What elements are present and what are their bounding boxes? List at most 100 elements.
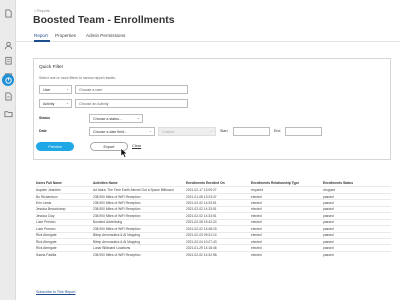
cell-full-name: Bo Richardson [36, 194, 58, 199]
status-label: Status [39, 116, 50, 120]
end-label: End [274, 129, 281, 133]
subscribe-link[interactable]: Subscribe to This Report [36, 290, 75, 294]
start-label: Start [220, 129, 228, 133]
date-field-select[interactable]: Choose a date field... ⌄ [89, 127, 155, 136]
cell-full-name: Luke Preston [36, 220, 56, 225]
user-icon[interactable] [3, 40, 13, 50]
cell-activity: Boosted Advertising [93, 220, 123, 225]
folder-icon[interactable] [3, 108, 13, 118]
cell-status: dropped [323, 188, 336, 193]
active-tab-indicator [34, 40, 50, 42]
cell-enrolled-on: 2021-02-02 14:48:15 [186, 226, 217, 231]
cell-status: passed [323, 246, 334, 251]
cell-status: passed [323, 213, 334, 218]
status-select[interactable]: Choose a status... ⌄ [89, 114, 143, 123]
cell-status: passed [323, 201, 334, 206]
enrollments-table: Users Full Name Activities Name Enrollme… [36, 180, 391, 257]
cell-status: passed [323, 220, 334, 225]
table-row[interactable]: Erin Lewis 238,900 Miles of WiFi Receptio… [36, 199, 391, 205]
cell-enrolled-on: 2021-02-04 10:27:43 [186, 239, 217, 244]
table-row[interactable]: Rick Abregate Lunar Billboard Locations 20… [36, 244, 391, 250]
table-row[interactable]: Jessica Beauchamp 238,900 Miles of WiFi R… [36, 205, 391, 212]
quick-filter-hint: Select one or more filters to narrow rep… [39, 76, 116, 80]
column-header-status[interactable]: Enrollments Status [323, 181, 391, 185]
preview-button[interactable]: Preview [36, 142, 74, 151]
sidebar-rail [0, 0, 16, 300]
user-filter-select-label: User [43, 87, 51, 92]
cell-full-name: Jessica Clay [36, 213, 55, 218]
cell-relationship: elected [251, 194, 262, 199]
clipboard-icon[interactable] [3, 55, 13, 65]
cell-full-name: Erin Lewis [36, 201, 52, 206]
cell-status: passed [323, 239, 334, 244]
cell-relationship: elected [251, 233, 262, 238]
table-row[interactable]: Sasha Padilla 238,900 Miles of WiFi Recep… [36, 250, 391, 257]
tab-report[interactable]: Report [34, 33, 48, 38]
main-content: < Reports Boosted Team - Enrollments Rep… [16, 0, 400, 300]
end-date-input[interactable] [285, 127, 322, 136]
cell-activity: 238,900 Miles of WiFi Reception [93, 252, 141, 257]
column-header-full-name[interactable]: Users Full Name [36, 181, 93, 185]
table-row[interactable]: Luke Preston 238,900 Miles of WiFi Recept… [36, 225, 391, 231]
table-row[interactable]: Aspden Jeardein Ad Astra: The Time Earth … [36, 186, 391, 192]
cell-enrolled-on: 2021-02-08 15:42:24 [186, 220, 217, 225]
cell-activity: 238,900 Miles of WiFi Reception [93, 194, 141, 199]
cell-status: passed [323, 226, 334, 231]
cell-full-name: Rick Abregate [36, 246, 57, 251]
activity-filter-select[interactable]: Activity ⌄ [39, 99, 72, 108]
column-header-activity[interactable]: Activities Name [93, 181, 186, 185]
tab-bar: Report Properties Admin Permissions [16, 31, 400, 42]
cell-relationship: elected [251, 220, 262, 225]
cell-enrolled-on: 2021-02-17 13:09:27 [186, 188, 217, 193]
reports-icon[interactable] [2, 74, 14, 86]
tab-properties[interactable]: Properties [55, 33, 76, 38]
cell-relationship: elected [251, 252, 262, 257]
page-title: Boosted Team - Enrollments [33, 14, 175, 26]
cell-relationship: elected [251, 246, 262, 251]
date-field-select-label: Choose a date field... [93, 129, 127, 134]
date-range-select[interactable]: Custom ⌄ [158, 127, 216, 136]
cell-status: passed [323, 194, 334, 199]
chevron-down-icon: ⌄ [136, 116, 140, 120]
cell-relationship: required [251, 188, 264, 193]
cell-full-name: Rick Abregate [36, 233, 57, 238]
status-select-label: Choose a status... [93, 116, 122, 121]
start-date-input[interactable] [233, 127, 270, 136]
table-row[interactable]: Jessica Clay 238,900 Miles of WiFi Recept… [36, 212, 391, 218]
table-row[interactable]: Rick Abregate Blimp Aeronautics & AI Mapp… [36, 237, 391, 244]
cell-full-name: Rick Abregate [36, 239, 57, 244]
cell-activity: 238,900 Miles of WiFi Reception [93, 201, 141, 206]
cell-activity: Blimp Aeronautics & AI Mapping [93, 233, 140, 238]
clear-link[interactable]: Clear [132, 144, 141, 148]
quick-filter-panel: Quick Filter Select one or more filters … [33, 58, 391, 160]
table-row[interactable]: Bo Richardson 238,900 Miles of WiFi Recep… [36, 192, 391, 199]
column-header-enrolled-on[interactable]: Enrollments Enrolled On [186, 181, 251, 185]
cell-full-name: Jessica Beauchamp [36, 207, 66, 212]
chevron-down-icon: ⌄ [65, 87, 69, 91]
cell-activity: Ad Astra: The Time Earth Almost Got a Sp… [93, 188, 174, 193]
breadcrumb[interactable]: < Reports [34, 9, 50, 13]
table-row[interactable]: Luke Preston Boosted Advertising 2021-02-0… [36, 218, 391, 225]
cell-enrolled-on: 2021-02-02 14:33:51 [186, 207, 217, 212]
chevron-down-icon: ⌄ [65, 101, 69, 105]
column-header-relationship[interactable]: Enrollments Relationship Type [251, 181, 323, 185]
file-icon[interactable] [3, 8, 13, 18]
chevron-down-icon: ⌄ [148, 129, 152, 133]
cell-full-name: Sasha Padilla [36, 252, 57, 257]
tab-admin-permissions[interactable]: Admin Permissions [86, 33, 125, 38]
activity-search-input[interactable]: Choose an Activity [75, 99, 188, 108]
document-icon[interactable] [3, 91, 13, 101]
date-range-select-label: Custom [162, 129, 175, 134]
chevron-down-icon: ⌄ [209, 129, 213, 133]
user-search-input[interactable]: Choose a user [75, 85, 188, 94]
cell-enrolled-on: 2021-02-02 14:33:51 [186, 213, 217, 218]
cell-enrolled-on: 2021-01-08 13:23:47 [186, 194, 217, 199]
cell-activity: 238,900 Miles of WiFi Reception [93, 226, 141, 231]
date-label: Date [39, 129, 47, 133]
table-row[interactable]: Rick Abregate Blimp Aeronautics & AI Mapp… [36, 231, 391, 238]
user-filter-select[interactable]: User ⌄ [39, 85, 72, 94]
table-body: Aspden Jeardein Ad Astra: The Time Earth … [36, 186, 391, 257]
cell-relationship: elected [251, 207, 262, 212]
cell-full-name: Aspden Jeardein [36, 188, 61, 193]
cell-status: passed [323, 207, 334, 212]
